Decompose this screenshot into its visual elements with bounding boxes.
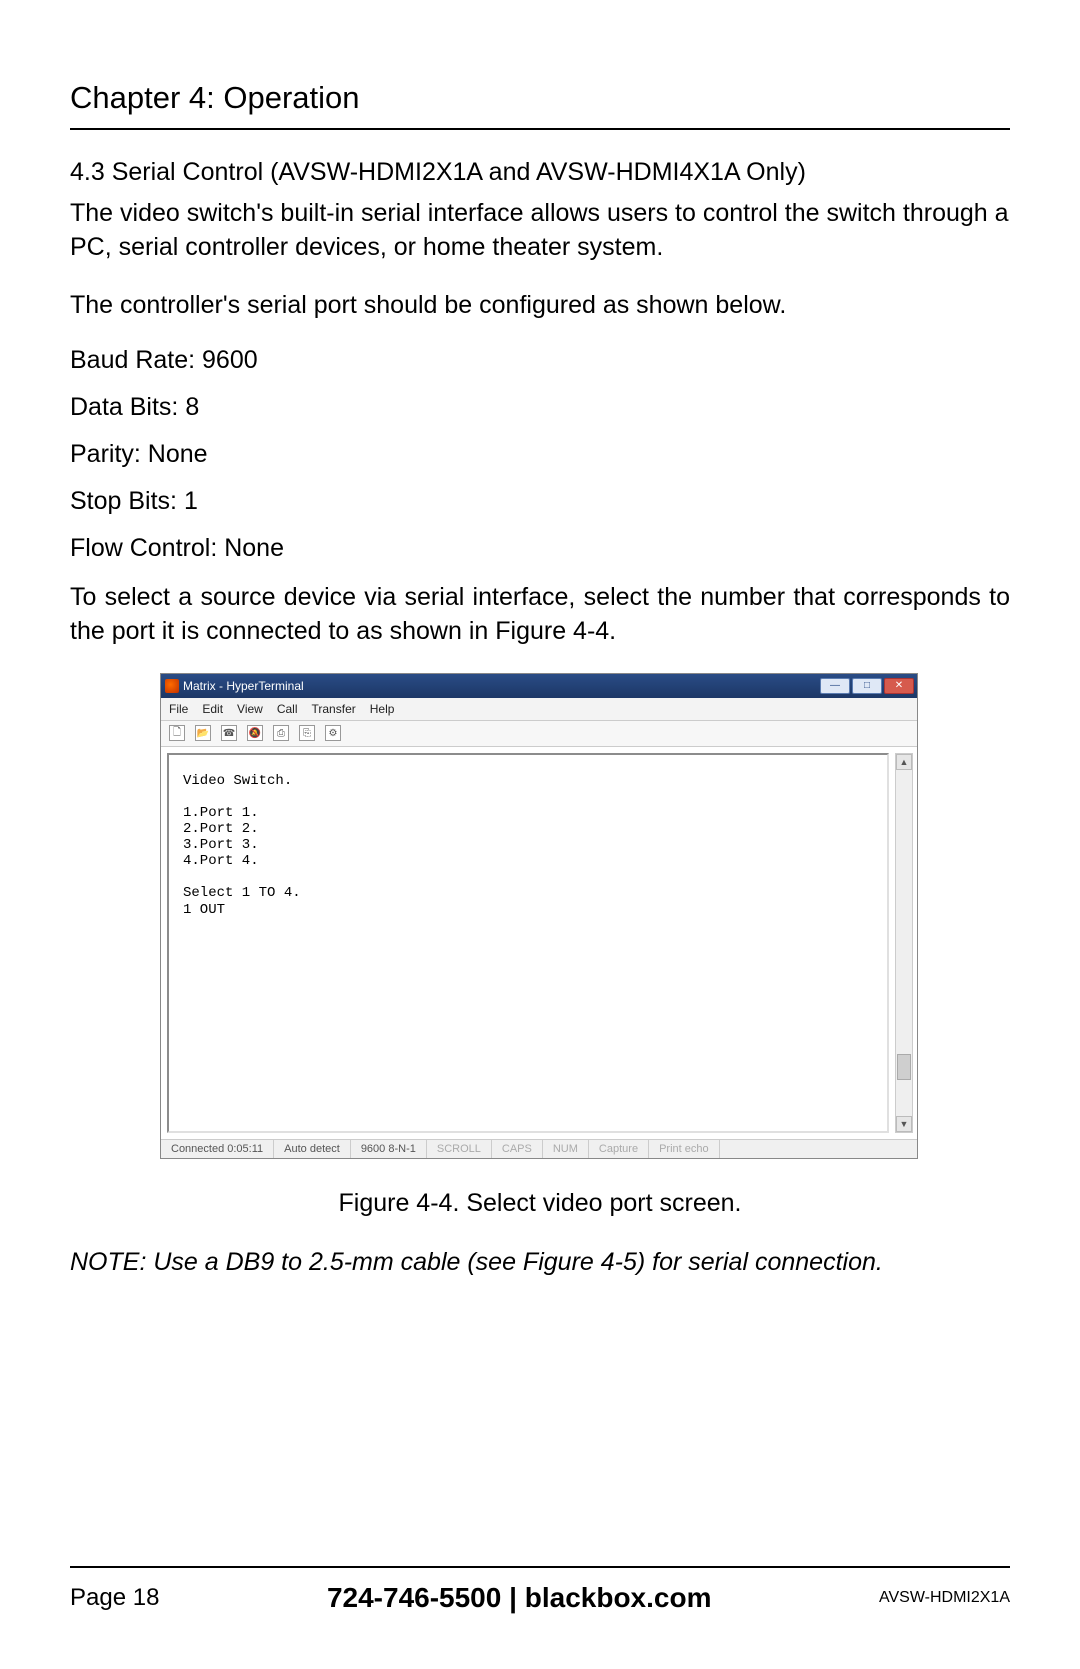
setting-baud: Baud Rate: 9600 — [70, 346, 1010, 375]
menubar: File Edit View Call Transfer Help — [161, 698, 917, 721]
scroll-up-icon[interactable]: ▲ — [896, 754, 912, 770]
menu-call[interactable]: Call — [277, 702, 298, 716]
footer-sep: | — [501, 1582, 524, 1613]
status-num: NUM — [543, 1140, 589, 1158]
setting-data-bits: Data Bits: 8 — [70, 393, 1010, 422]
setting-stop-bits: Stop Bits: 1 — [70, 487, 1010, 516]
titlebar: Matrix - HyperTerminal — □ ✕ — [161, 674, 917, 698]
new-icon[interactable]: 🗋 — [169, 725, 185, 741]
footer-contact: 724-746-5500 | blackbox.com — [159, 1582, 879, 1614]
open-icon[interactable]: 📂 — [195, 725, 211, 741]
menu-help[interactable]: Help — [370, 702, 395, 716]
chapter-title: Chapter 4: Operation — [70, 80, 1010, 130]
status-mode: 9600 8-N-1 — [351, 1140, 427, 1158]
toolbar: 🗋 📂 ☎ 🔕 ⎙ ⎘ ⚙ — [161, 721, 917, 747]
menu-edit[interactable]: Edit — [202, 702, 223, 716]
connect-icon[interactable]: ☎ — [221, 725, 237, 741]
receive-icon[interactable]: ⎘ — [299, 725, 315, 741]
scroll-down-icon[interactable]: ▼ — [896, 1116, 912, 1132]
send-icon[interactable]: ⎙ — [273, 725, 289, 741]
close-button[interactable]: ✕ — [884, 678, 914, 694]
statusbar: Connected 0:05:11 Auto detect 9600 8-N-1… — [161, 1139, 917, 1158]
status-capture: Capture — [589, 1140, 649, 1158]
hyperterminal-window: Matrix - HyperTerminal — □ ✕ File Edit V… — [160, 673, 918, 1159]
figure-caption: Figure 4-4. Select video port screen. — [160, 1189, 920, 1218]
page-footer: Page 18 724-746-5500 | blackbox.com AVSW… — [70, 1566, 1010, 1614]
menu-transfer[interactable]: Transfer — [312, 702, 356, 716]
window-title: Matrix - HyperTerminal — [183, 679, 820, 693]
footer-site: blackbox.com — [525, 1582, 712, 1613]
minimize-button[interactable]: — — [820, 678, 850, 694]
status-caps: CAPS — [492, 1140, 543, 1158]
setting-flow: Flow Control: None — [70, 534, 1010, 563]
maximize-button[interactable]: □ — [852, 678, 882, 694]
intro-paragraph-2: The controller's serial port should be c… — [70, 289, 1010, 323]
page-number: Page 18 — [70, 1584, 159, 1612]
footer-model: AVSW-HDMI2X1A — [879, 1589, 1010, 1607]
properties-icon[interactable]: ⚙ — [325, 725, 341, 741]
scrollbar[interactable]: ▲ ▼ — [895, 753, 913, 1133]
terminal-output: Video Switch. 1.Port 1. 2.Port 2. 3.Port… — [167, 753, 889, 1133]
status-scroll: SCROLL — [427, 1140, 492, 1158]
app-icon — [165, 679, 179, 693]
footer-phone: 724-746-5500 — [327, 1582, 501, 1613]
intro-paragraph-1: The video switch's built-in serial inter… — [70, 197, 1010, 265]
status-autodetect: Auto detect — [274, 1140, 351, 1158]
menu-file[interactable]: File — [169, 702, 188, 716]
scroll-thumb[interactable] — [897, 1054, 911, 1080]
disconnect-icon[interactable]: 🔕 — [247, 725, 263, 741]
status-printecho: Print echo — [649, 1140, 720, 1158]
menu-view[interactable]: View — [237, 702, 263, 716]
note-text: NOTE: Use a DB9 to 2.5-mm cable (see Fig… — [70, 1248, 1010, 1277]
section-title: 4.3 Serial Control (AVSW-HDMI2X1A and AV… — [70, 158, 1010, 187]
status-connected: Connected 0:05:11 — [161, 1140, 274, 1158]
setting-parity: Parity: None — [70, 440, 1010, 469]
figure-4-4: Matrix - HyperTerminal — □ ✕ File Edit V… — [160, 673, 920, 1218]
instruction-paragraph: To select a source device via serial int… — [70, 581, 1010, 649]
